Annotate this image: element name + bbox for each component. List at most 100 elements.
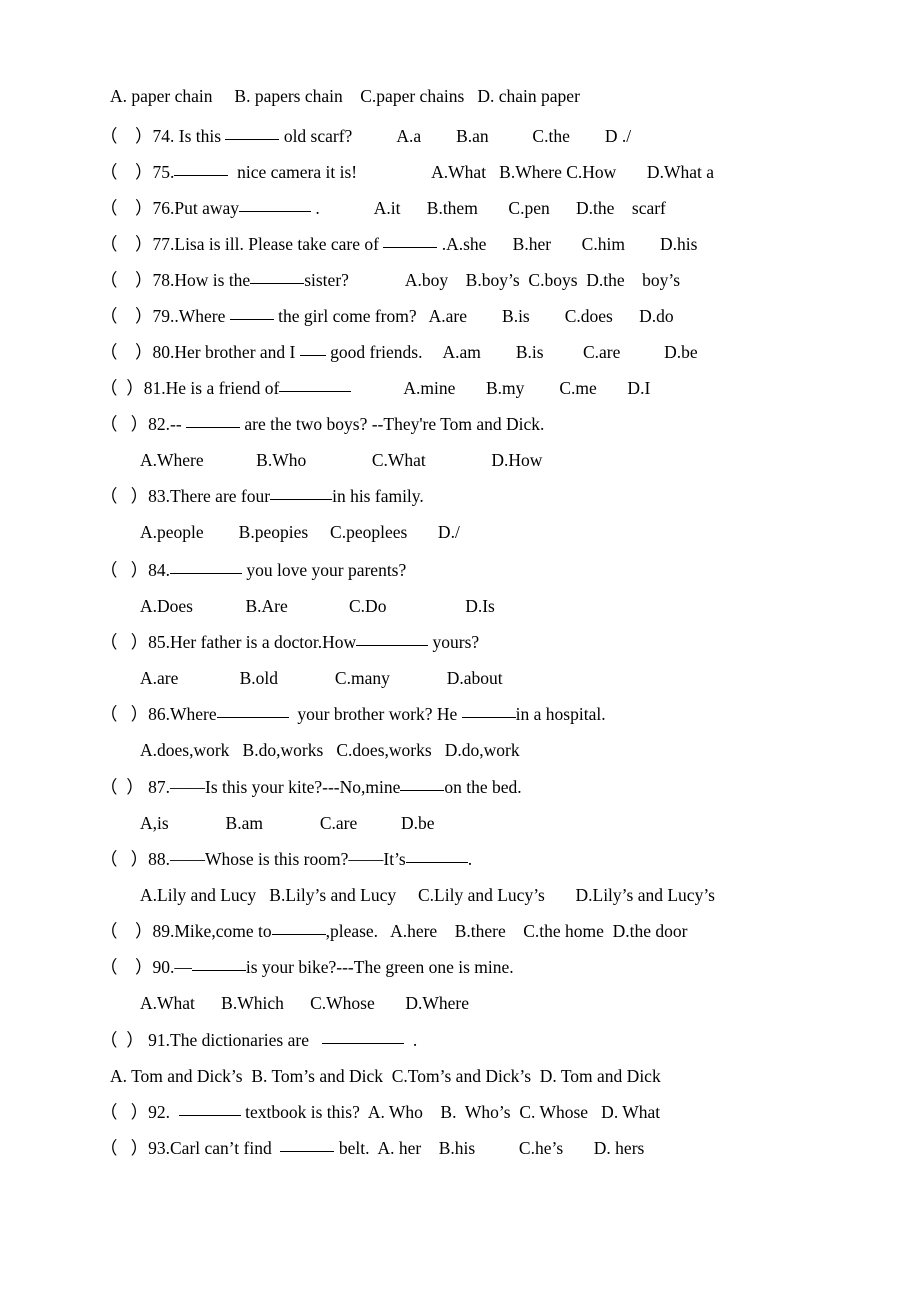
worksheet-page: A. paper chain B. papers chain C.paper c… xyxy=(0,0,920,1302)
option-list: A.are B.old C.many D.about xyxy=(140,668,503,688)
question-stem-after: sister? xyxy=(304,270,349,290)
answer-bracket[interactable]: （ ） xyxy=(0,122,153,150)
answer-bracket[interactable]: （ ） xyxy=(0,700,148,728)
question-stem-before: How is the xyxy=(174,270,251,290)
option-list: A. Who B. Who’s C. Whose D. What xyxy=(367,1102,661,1122)
option-line: A.What B.Which C.Whose D.Where xyxy=(0,989,920,1017)
question-row: （ ）76.Put away . A.it B.them C.pen D.the … xyxy=(0,194,920,222)
question-row: （ ）82.-- are the two boys? --They're Tom… xyxy=(0,410,920,438)
option-line: A. Tom and Dick’s B. Tom’s and Dick C.To… xyxy=(0,1062,920,1090)
answer-bracket[interactable]: （ ） xyxy=(0,410,148,438)
question-row: （ ）81.He is a friend of A.mine B.my C.me … xyxy=(0,374,920,402)
fill-in-blank[interactable] xyxy=(280,1138,335,1152)
question-number: 86. xyxy=(148,704,170,724)
option-list: A.are B.is C.does D.do xyxy=(428,306,674,326)
option-list: A.Does B.Are C.Do D.Is xyxy=(140,596,495,616)
answer-bracket[interactable]: （ ） xyxy=(0,230,153,258)
question-row: （ ）74. Is this old scarf? A.a B.an C.the … xyxy=(0,122,920,150)
question-stem-before: .Where xyxy=(174,306,230,326)
question-row: （ ）86.Where your brother work? He in a h… xyxy=(0,700,920,728)
fill-in-blank[interactable] xyxy=(250,270,305,284)
question-number: 78. xyxy=(152,270,175,290)
question-row: （ ）88.——Whose is this room?——It’s. xyxy=(0,845,920,873)
question-stem-after: is your bike?---The green one is mine. xyxy=(245,957,514,977)
fill-in-blank[interactable] xyxy=(400,777,445,791)
answer-bracket[interactable]: （ ） xyxy=(0,628,148,656)
fill-in-blank[interactable] xyxy=(356,632,429,646)
question-stem-before: The dictionaries are xyxy=(170,1030,323,1050)
fill-in-blank[interactable] xyxy=(322,1030,405,1044)
fill-in-blank[interactable] xyxy=(216,704,289,718)
question-stem-after: your brother work? He xyxy=(288,704,462,724)
answer-bracket[interactable]: （ ） xyxy=(0,556,148,584)
fill-in-blank[interactable] xyxy=(383,234,438,248)
option-list: A.am B.is C.are D.be xyxy=(442,342,698,362)
option-list: A.does,work B.do,works C.does,works D.do… xyxy=(140,740,520,760)
answer-bracket[interactable]: （ ） xyxy=(0,338,153,366)
fill-in-blank[interactable] xyxy=(239,198,312,212)
option-line: A.Lily and Lucy B.Lily’s and Lucy C.Lily… xyxy=(0,881,920,909)
question-stem-before: Carl can’t find xyxy=(170,1138,281,1158)
option-list: A.it B.them C.pen D.the scarf xyxy=(373,198,666,218)
fill-in-blank[interactable] xyxy=(186,414,241,428)
question-stem-after: . xyxy=(404,1030,418,1050)
option-line: A. paper chain B. papers chain C.paper c… xyxy=(0,82,920,110)
question-stem-after: textbook is this? xyxy=(240,1102,360,1122)
question-number: 74. xyxy=(152,126,175,146)
fill-in-blank[interactable] xyxy=(405,849,468,863)
fill-in-blank[interactable] xyxy=(191,957,246,971)
question-stem-after: . xyxy=(467,849,473,869)
fill-in-blank[interactable] xyxy=(299,342,326,356)
fill-in-blank[interactable] xyxy=(270,486,333,500)
answer-bracket[interactable]: （ ） xyxy=(0,1134,148,1162)
fill-in-blank[interactable] xyxy=(178,1102,241,1116)
answer-bracket[interactable]: （ ） xyxy=(0,374,144,402)
question-row: （ ）89.Mike,come to ,please. A.here B.there… xyxy=(0,917,920,945)
question-row: （ ）78.How is the sister? A.boy B.boy’s C.b… xyxy=(0,266,920,294)
fill-in-blank[interactable] xyxy=(271,921,326,935)
question-row: （ ）85.Her father is a doctor.How yours? xyxy=(0,628,920,656)
option-line: A.people B.peopies C.peoplees D./ xyxy=(0,518,920,546)
answer-bracket[interactable]: （ ） xyxy=(0,1098,148,1126)
option-list: A.a B.an C.the D ./ xyxy=(396,126,632,146)
question-stem-after: old scarf? xyxy=(279,126,353,146)
fill-in-blank[interactable] xyxy=(279,378,352,392)
question-stem-before: Lisa is ill. Please take care of xyxy=(174,234,384,254)
option-line: A.Does B.Are C.Do D.Is xyxy=(0,592,920,620)
question-number: 82. xyxy=(148,414,170,434)
fill-in-blank[interactable] xyxy=(170,560,242,574)
answer-bracket[interactable]: （ ） xyxy=(0,845,148,873)
answer-bracket[interactable]: （ ） xyxy=(0,266,153,294)
option-list: A.here B.there C.the home D.the door xyxy=(390,921,688,941)
fill-in-blank[interactable] xyxy=(225,126,280,140)
fill-in-blank[interactable] xyxy=(174,162,229,176)
answer-bracket[interactable]: （ ） xyxy=(0,773,144,801)
option-line: A.are B.old C.many D.about xyxy=(0,664,920,692)
answer-bracket[interactable]: （ ） xyxy=(0,194,153,222)
answer-bracket[interactable]: （ ） xyxy=(0,1026,144,1054)
question-row: （ ）75. nice camera it is! A.What B.Where … xyxy=(0,158,920,186)
answer-bracket[interactable]: （ ） xyxy=(0,158,153,186)
answer-bracket[interactable]: （ ） xyxy=(0,302,153,330)
fill-in-blank-second[interactable] xyxy=(461,704,516,718)
fill-in-blank[interactable] xyxy=(229,306,274,320)
question-stem-before: Where xyxy=(170,704,217,724)
answer-bracket[interactable]: （ ） xyxy=(0,482,148,510)
question-number: 80. xyxy=(152,342,175,362)
question-number: 81. xyxy=(143,378,166,398)
option-list: A. her B.his C.he’s D. hers xyxy=(377,1138,645,1158)
option-line: A.does,work B.do,works C.does,works D.do… xyxy=(0,736,920,764)
question-stem-after: you love your parents? xyxy=(242,560,407,580)
question-number: 83. xyxy=(148,486,170,506)
option-list: A. paper chain B. papers chain C.paper c… xyxy=(110,86,580,106)
question-stem-before: -- xyxy=(170,414,187,434)
answer-bracket[interactable]: （ ） xyxy=(0,917,153,945)
question-number: 76. xyxy=(152,198,175,218)
question-number: 77. xyxy=(152,234,175,254)
answer-bracket[interactable]: （ ） xyxy=(0,953,153,981)
question-stem-after: nice camera it is! xyxy=(228,162,358,182)
question-stem-after: the girl come from? xyxy=(273,306,417,326)
question-stem-before: He is a friend of xyxy=(165,378,280,398)
question-number: 93. xyxy=(148,1138,170,1158)
question-stem-before: Mike,come to xyxy=(174,921,272,941)
